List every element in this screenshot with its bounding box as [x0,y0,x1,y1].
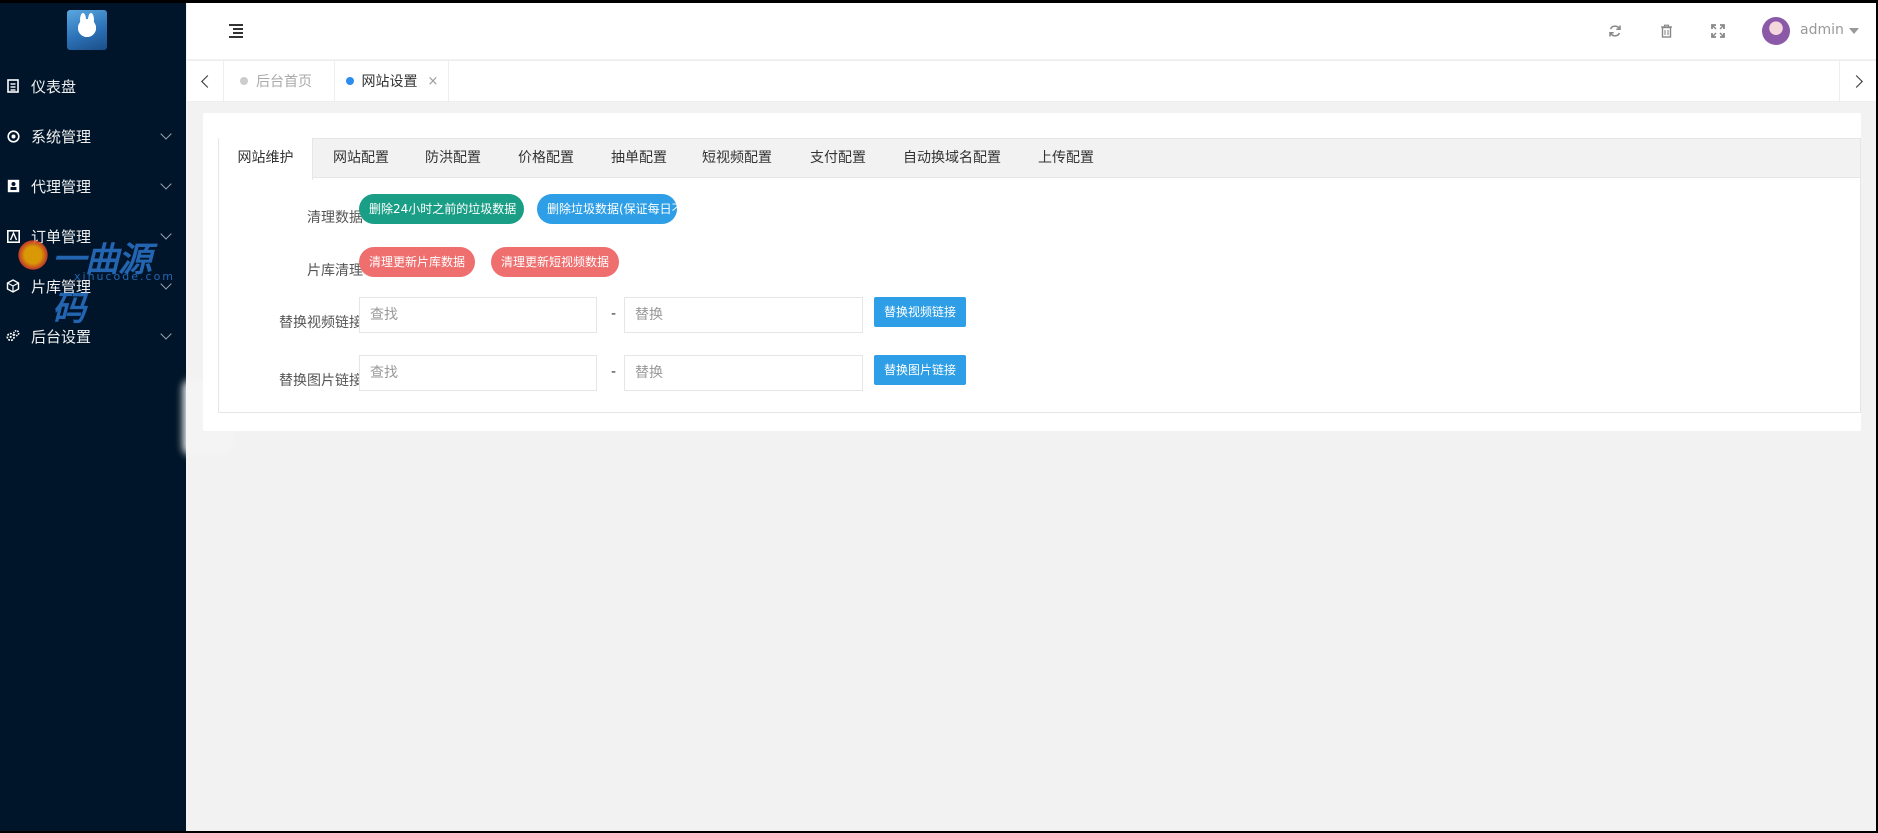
sidebar-item-label: 订单管理 [31,227,92,246]
clean-short-video-button[interactable]: 清理更新短视频数据 [491,247,619,277]
tab-auto-domain-config[interactable]: 自动换域名配置 [888,138,1016,179]
chevron-down-icon [160,178,172,190]
sidebar-item-dashboard[interactable]: 仪表盘 [0,61,186,111]
delete-garbage-button[interactable]: 删除垃圾数据(保证每日不卡) [537,194,700,224]
sidebar-item-label: 系统管理 [31,127,92,146]
tab-panel-site-maintenance: 清理数据 删除24小时之前的垃圾数据 删除垃圾数据(保证每日不卡) 片库清理 清… [218,177,1861,413]
top-header: admin [187,3,1876,59]
tab-payment-config[interactable]: 支付配置 [794,138,882,179]
sidebar-item-label: 仪表盘 [31,77,77,96]
separator: - [611,364,617,380]
replace-video-label: 替换视频链接 [279,315,363,331]
chevron-down-icon [160,128,172,140]
tab-price-config[interactable]: 价格配置 [502,138,590,179]
fullscreen-icon[interactable] [1706,19,1730,43]
sidebar-item-backend-settings[interactable]: 后台设置 [0,311,186,361]
tab-site-config[interactable]: 网站配置 [317,138,405,179]
tab-scroll-right-icon[interactable] [1839,61,1876,101]
library-clean-label: 片库清理 [307,263,363,279]
clean-library-button[interactable]: 清理更新片库数据 [359,247,475,277]
tab-scroll-left-icon[interactable] [187,61,224,101]
sidebar-item-label: 代理管理 [31,177,92,196]
video-replace-input[interactable] [624,297,863,333]
tab-label: 网站设置 [361,74,418,90]
tab-draw-config[interactable]: 抽单配置 [595,138,683,179]
tab-short-video-config[interactable]: 短视频配置 [687,138,787,179]
avatar[interactable] [1762,17,1790,45]
replace-image-label: 替换图片链接 [279,373,363,389]
tab-status-dot [345,77,354,85]
clear-data-label: 清理数据 [307,210,363,226]
clipboard-icon [6,79,20,93]
menu-toggle-icon[interactable] [229,24,245,38]
settings-card: 网站维护 网站配置 防洪配置 价格配置 抽单配置 短视频配置 支付配置 自动换域… [203,113,1861,431]
tab-site-maintenance[interactable]: 网站维护 [218,138,313,180]
bunny-avatar-icon[interactable] [67,10,107,50]
user-card-icon [6,179,20,193]
refresh-icon[interactable] [1603,19,1627,43]
app-window: 仪表盘 系统管理 代理管理 订单管理 片库管理 后台设置 一曲源码 xinuco… [0,3,1876,831]
image-find-input[interactable] [359,355,597,391]
tab-upload-config[interactable]: 上传配置 [1022,138,1110,179]
tab-status-dot [240,77,248,85]
gears-icon [6,329,20,343]
gear-circle-icon [6,129,20,143]
caret-down-icon[interactable] [1849,28,1859,34]
order-box-icon [6,229,20,243]
separator: - [611,306,617,322]
sidebar-item-label: 后台设置 [31,327,92,346]
sidebar-item-agent[interactable]: 代理管理 [0,161,186,211]
video-find-input[interactable] [359,297,597,333]
trash-icon[interactable] [1654,19,1678,43]
sidebar-item-label: 片库管理 [31,277,92,296]
delete-24h-garbage-button[interactable]: 删除24小时之前的垃圾数据 [359,194,524,224]
image-replace-input[interactable] [624,355,863,391]
tab-flood-config[interactable]: 防洪配置 [409,138,497,179]
settings-tabs: 网站维护 网站配置 防洪配置 价格配置 抽单配置 短视频配置 支付配置 自动换域… [218,138,1861,180]
sidebar-nav: 仪表盘 系统管理 代理管理 订单管理 片库管理 后台设置 [0,61,186,361]
cube-icon [6,279,20,293]
sidebar: 仪表盘 系统管理 代理管理 订单管理 片库管理 后台设置 一曲源码 xinuco… [0,3,186,831]
sidebar-item-system[interactable]: 系统管理 [0,111,186,161]
chevron-down-icon [160,278,172,290]
chevron-down-icon [160,328,172,340]
tab-website-settings[interactable]: 网站设置 × [336,61,449,101]
replace-video-button[interactable]: 替换视频链接 [874,297,966,327]
chevron-down-icon [160,228,172,240]
sidebar-item-library[interactable]: 片库管理 [0,261,186,311]
tab-home[interactable]: 后台首页 [224,61,335,101]
sidebar-item-orders[interactable]: 订单管理 [0,211,186,261]
username-label[interactable]: admin [1800,22,1844,38]
page-tab-bar: 后台首页 网站设置 × [187,60,1876,102]
close-icon[interactable]: × [428,74,439,89]
tab-label: 后台首页 [256,74,312,90]
replace-image-button[interactable]: 替换图片链接 [874,355,966,385]
